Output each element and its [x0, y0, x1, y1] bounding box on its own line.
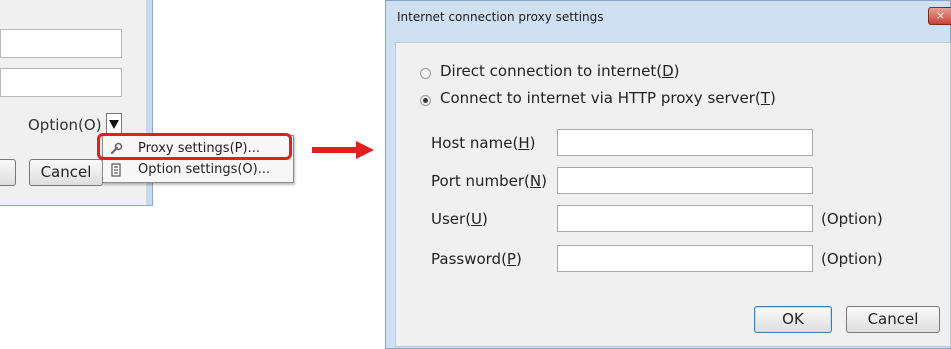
- arrow-right-icon: [312, 141, 374, 159]
- port-number-input[interactable]: [557, 167, 813, 194]
- dialog-client-area: [395, 42, 951, 347]
- radio-direct-connection[interactable]: [420, 68, 431, 79]
- text-field[interactable]: [0, 29, 122, 58]
- ok-button[interactable]: [0, 159, 16, 186]
- port-number-label: Port number(N): [431, 172, 547, 190]
- menu-item-label: Option settings(O)...: [138, 162, 271, 177]
- radio-http-proxy[interactable]: [420, 95, 431, 106]
- password-option-note: (Option): [821, 250, 883, 268]
- ok-button[interactable]: OK: [754, 306, 832, 333]
- dialog-title: Internet connection proxy settings: [397, 10, 604, 24]
- user-label: User(U): [431, 210, 488, 228]
- option-label: Option(O): [28, 116, 102, 134]
- user-option-note: (Option): [821, 210, 883, 228]
- host-name-input[interactable]: [557, 129, 813, 156]
- text-field[interactable]: [0, 68, 122, 97]
- dropdown-arrow-icon: [109, 120, 119, 129]
- highlight-box: [97, 133, 292, 160]
- password-input[interactable]: [557, 245, 813, 272]
- radio-direct-label: Direct connection to internet(D): [440, 62, 680, 80]
- cancel-button[interactable]: Cancel: [846, 306, 940, 333]
- user-input[interactable]: [557, 205, 813, 232]
- password-label: Password(P): [431, 250, 522, 268]
- radio-proxy-label: Connect to internet via HTTP proxy serve…: [440, 89, 776, 107]
- menu-item-option-settings[interactable]: Option settings(O)...: [103, 160, 293, 181]
- cancel-button[interactable]: Cancel: [29, 159, 103, 186]
- close-button[interactable]: ×: [928, 7, 951, 25]
- settings-icon: [111, 163, 121, 177]
- host-name-label: Host name(H): [431, 134, 536, 152]
